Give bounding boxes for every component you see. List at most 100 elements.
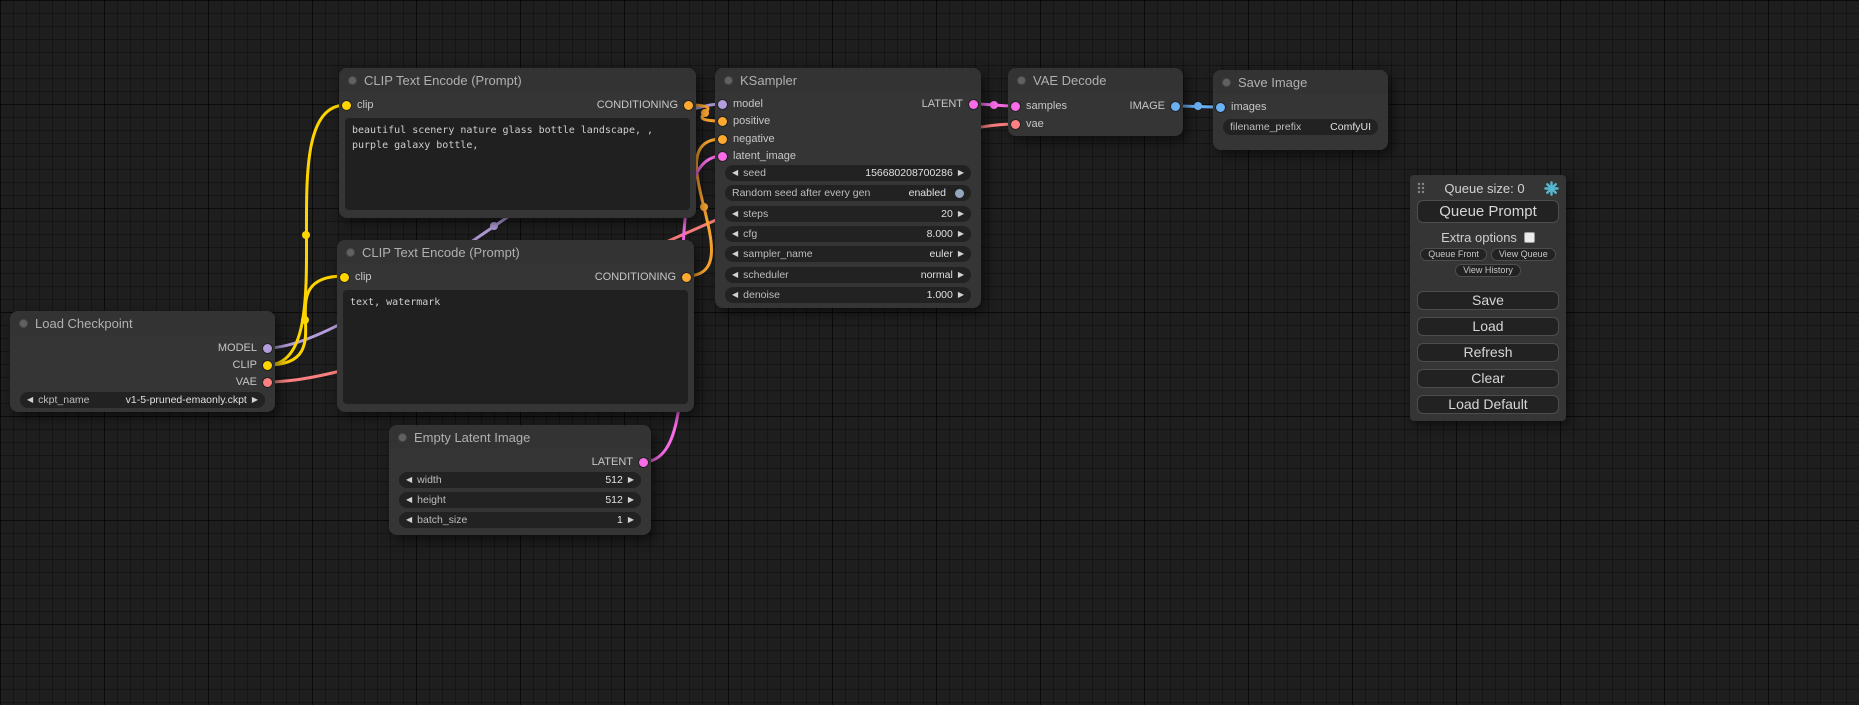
decrement-arrow-icon[interactable] bbox=[732, 271, 738, 279]
clip-slot-dot[interactable] bbox=[263, 361, 272, 370]
input-slot-clip[interactable]: clip bbox=[340, 269, 372, 285]
positive-prompt-textarea[interactable]: beautiful scenery nature glass bottle la… bbox=[345, 118, 690, 210]
increment-arrow-icon[interactable] bbox=[958, 271, 964, 279]
increment-arrow-icon[interactable] bbox=[958, 210, 964, 218]
output-slot-conditioning[interactable]: CONDITIONING bbox=[597, 97, 693, 113]
vae-slot-dot[interactable] bbox=[263, 378, 272, 387]
image-slot-dot[interactable] bbox=[1171, 102, 1180, 111]
increment-arrow-icon[interactable] bbox=[628, 476, 634, 484]
node-load-checkpoint[interactable]: Load Checkpoint MODEL CLIP VAE ckpt_name… bbox=[10, 311, 275, 412]
decrement-arrow-icon[interactable] bbox=[732, 210, 738, 218]
clip-slot-dot[interactable] bbox=[342, 101, 351, 110]
node-collapse-dot[interactable] bbox=[346, 248, 355, 257]
node-titlebar[interactable]: CLIP Text Encode (Prompt) bbox=[337, 240, 694, 264]
save-button[interactable]: Save bbox=[1417, 291, 1559, 310]
node-titlebar[interactable]: Save Image bbox=[1213, 70, 1388, 94]
node-graph-canvas[interactable]: { "colors": { "model": "#b39ddb", "clip"… bbox=[0, 0, 1859, 705]
input-slot-positive[interactable]: positive bbox=[718, 113, 770, 129]
input-slot-negative[interactable]: negative bbox=[718, 131, 775, 147]
decrement-arrow-icon[interactable] bbox=[406, 476, 412, 484]
decrement-arrow-icon[interactable] bbox=[732, 291, 738, 299]
input-slot-model[interactable]: model bbox=[718, 96, 763, 112]
node-collapse-dot[interactable] bbox=[348, 76, 357, 85]
increment-arrow-icon[interactable] bbox=[958, 291, 964, 299]
input-slot-clip[interactable]: clip bbox=[342, 97, 374, 113]
decrement-arrow-icon[interactable] bbox=[406, 496, 412, 504]
increment-arrow-icon[interactable] bbox=[628, 516, 634, 524]
node-empty-latent-image[interactable]: Empty Latent Image LATENT width 512 heig… bbox=[389, 425, 651, 535]
width-widget[interactable]: width 512 bbox=[399, 472, 641, 488]
negative-prompt-textarea[interactable]: text, watermark bbox=[343, 290, 688, 404]
increment-arrow-icon[interactable] bbox=[958, 250, 964, 258]
latent-slot-dot[interactable] bbox=[639, 458, 648, 467]
sampler-name-widget[interactable]: sampler_name euler bbox=[725, 246, 971, 262]
decrement-arrow-icon[interactable] bbox=[732, 169, 738, 177]
queue-menu-panel[interactable]: Queue size: 0 Queue Prompt Extra options… bbox=[1410, 175, 1566, 421]
output-slot-conditioning[interactable]: CONDITIONING bbox=[595, 269, 691, 285]
output-slot-clip[interactable]: CLIP bbox=[233, 357, 272, 373]
input-slot-latent-image[interactable]: latent_image bbox=[718, 148, 796, 164]
output-slot-image[interactable]: IMAGE bbox=[1130, 98, 1180, 114]
clear-button[interactable]: Clear bbox=[1417, 369, 1559, 388]
node-titlebar[interactable]: VAE Decode bbox=[1008, 68, 1183, 92]
decrement-arrow-icon[interactable] bbox=[732, 230, 738, 238]
vae-slot-dot[interactable] bbox=[1011, 120, 1020, 129]
output-slot-latent[interactable]: LATENT bbox=[592, 454, 648, 470]
steps-widget[interactable]: steps 20 bbox=[725, 206, 971, 222]
cfg-widget[interactable]: cfg 8.000 bbox=[725, 226, 971, 242]
latent-slot-dot[interactable] bbox=[969, 100, 978, 109]
node-vae-decode[interactable]: VAE Decode samples vae IMAGE bbox=[1008, 68, 1183, 136]
node-collapse-dot[interactable] bbox=[1222, 78, 1231, 87]
load-button[interactable]: Load bbox=[1417, 317, 1559, 336]
node-collapse-dot[interactable] bbox=[724, 76, 733, 85]
clip-slot-dot[interactable] bbox=[340, 273, 349, 282]
output-slot-vae[interactable]: VAE bbox=[236, 374, 272, 390]
node-titlebar[interactable]: CLIP Text Encode (Prompt) bbox=[339, 68, 696, 92]
node-collapse-dot[interactable] bbox=[1017, 76, 1026, 85]
output-slot-model[interactable]: MODEL bbox=[218, 340, 272, 356]
node-save-image[interactable]: Save Image images filename_prefix ComfyU… bbox=[1213, 70, 1388, 150]
node-collapse-dot[interactable] bbox=[398, 433, 407, 442]
model-slot-dot[interactable] bbox=[718, 100, 727, 109]
seed-widget[interactable]: seed 156680208700286 bbox=[725, 165, 971, 181]
toggle-indicator-icon[interactable] bbox=[955, 189, 964, 198]
input-slot-samples[interactable]: samples bbox=[1011, 98, 1067, 114]
increment-arrow-icon[interactable] bbox=[958, 230, 964, 238]
scheduler-widget[interactable]: scheduler normal bbox=[725, 267, 971, 283]
node-clip-text-encode-positive[interactable]: CLIP Text Encode (Prompt) clip CONDITION… bbox=[339, 68, 696, 218]
drag-handle-icon[interactable] bbox=[1417, 182, 1425, 194]
height-widget[interactable]: height 512 bbox=[399, 492, 641, 508]
view-queue-button[interactable]: View Queue bbox=[1491, 248, 1556, 261]
conditioning-slot-dot[interactable] bbox=[718, 117, 727, 126]
image-slot-dot[interactable] bbox=[1216, 103, 1225, 112]
node-titlebar[interactable]: KSampler bbox=[715, 68, 981, 92]
latent-slot-dot[interactable] bbox=[1011, 102, 1020, 111]
decrement-arrow-icon[interactable] bbox=[27, 396, 33, 404]
batch-size-widget[interactable]: batch_size 1 bbox=[399, 512, 641, 528]
conditioning-slot-dot[interactable] bbox=[718, 135, 727, 144]
load-default-button[interactable]: Load Default bbox=[1417, 395, 1559, 414]
filename-prefix-widget[interactable]: filename_prefix ComfyUI bbox=[1223, 119, 1378, 135]
input-slot-vae[interactable]: vae bbox=[1011, 116, 1044, 132]
increment-arrow-icon[interactable] bbox=[628, 496, 634, 504]
input-slot-images[interactable]: images bbox=[1216, 99, 1266, 115]
node-titlebar[interactable]: Load Checkpoint bbox=[10, 311, 275, 335]
denoise-widget[interactable]: denoise 1.000 bbox=[725, 287, 971, 303]
conditioning-slot-dot[interactable] bbox=[682, 273, 691, 282]
increment-arrow-icon[interactable] bbox=[958, 169, 964, 177]
view-history-button[interactable]: View History bbox=[1455, 264, 1521, 277]
conditioning-slot-dot[interactable] bbox=[684, 101, 693, 110]
decrement-arrow-icon[interactable] bbox=[732, 250, 738, 258]
increment-arrow-icon[interactable] bbox=[252, 396, 258, 404]
random-seed-toggle-widget[interactable]: Random seed after every gen enabled bbox=[725, 185, 971, 201]
node-collapse-dot[interactable] bbox=[19, 319, 28, 328]
decrement-arrow-icon[interactable] bbox=[406, 516, 412, 524]
node-ksampler[interactable]: KSampler model positive negative latent_… bbox=[715, 68, 981, 308]
queue-front-button[interactable]: Queue Front bbox=[1420, 248, 1487, 261]
settings-gear-icon[interactable] bbox=[1544, 181, 1559, 196]
model-slot-dot[interactable] bbox=[263, 344, 272, 353]
extra-options-checkbox[interactable] bbox=[1524, 232, 1535, 243]
node-titlebar[interactable]: Empty Latent Image bbox=[389, 425, 651, 449]
queue-prompt-button[interactable]: Queue Prompt bbox=[1417, 200, 1559, 223]
ckpt-name-widget[interactable]: ckpt_name v1-5-pruned-emaonly.ckpt bbox=[20, 392, 265, 408]
